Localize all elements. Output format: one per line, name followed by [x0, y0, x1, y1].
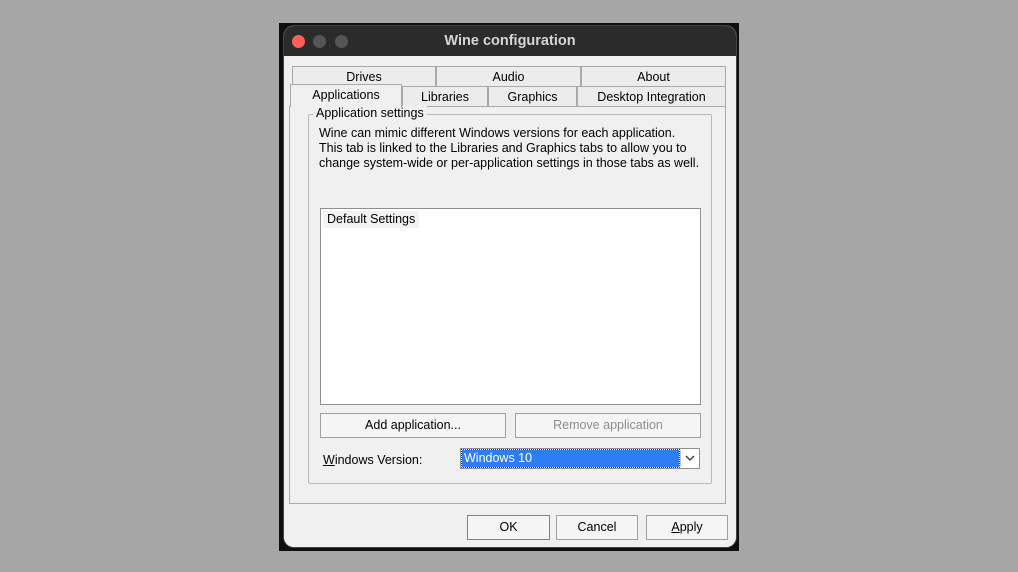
description-line: Wine can mimic different Windows version…	[319, 126, 676, 140]
label-rest: indows Version:	[334, 453, 423, 467]
remove-application-button[interactable]: Remove application	[515, 413, 701, 438]
tab-libraries[interactable]: Libraries	[402, 86, 488, 106]
ok-button[interactable]: OK	[467, 515, 550, 540]
tab-graphics[interactable]: Graphics	[488, 86, 577, 106]
cancel-button[interactable]: Cancel	[556, 515, 638, 540]
title-bar[interactable]: Wine configuration	[284, 26, 736, 56]
mnemonic-char: A	[671, 520, 680, 534]
group-title: Application settings	[313, 106, 427, 120]
windows-version-label: Windows Version:	[323, 453, 422, 467]
add-application-button[interactable]: Add application...	[320, 413, 506, 438]
apply-button[interactable]: Apply	[646, 515, 728, 540]
windows-version-value: Windows 10	[461, 449, 680, 468]
tab-drives[interactable]: Drives	[292, 66, 436, 86]
tab-audio[interactable]: Audio	[436, 66, 581, 86]
button-label-rest: pply	[679, 520, 703, 534]
description-text: Wine can mimic different Windows version…	[319, 126, 709, 171]
mnemonic-char: W	[323, 453, 335, 467]
applications-panel: Application settings Wine can mimic diff…	[289, 106, 726, 504]
tab-applications[interactable]: Applications	[290, 84, 402, 107]
description-line: This tab is linked to the Libraries and …	[319, 141, 687, 155]
dialog-client: Drives Audio About Applications Librarie…	[284, 56, 736, 547]
windows-version-select[interactable]: Windows 10	[460, 448, 700, 469]
list-item-default-settings[interactable]: Default Settings	[323, 211, 420, 228]
tab-desktop-integration[interactable]: Desktop Integration	[577, 86, 726, 106]
application-settings-group: Application settings Wine can mimic diff…	[308, 106, 712, 484]
window-title: Wine configuration	[444, 33, 576, 49]
description-line: change system-wide or per-application se…	[319, 156, 700, 170]
tab-about[interactable]: About	[581, 66, 726, 86]
combo-dropdown-button[interactable]	[680, 450, 698, 467]
chevron-down-icon	[685, 455, 695, 461]
applications-list[interactable]: Default Settings	[320, 208, 701, 405]
wine-config-window: Wine configuration Drives Audio About Ap…	[284, 26, 736, 547]
